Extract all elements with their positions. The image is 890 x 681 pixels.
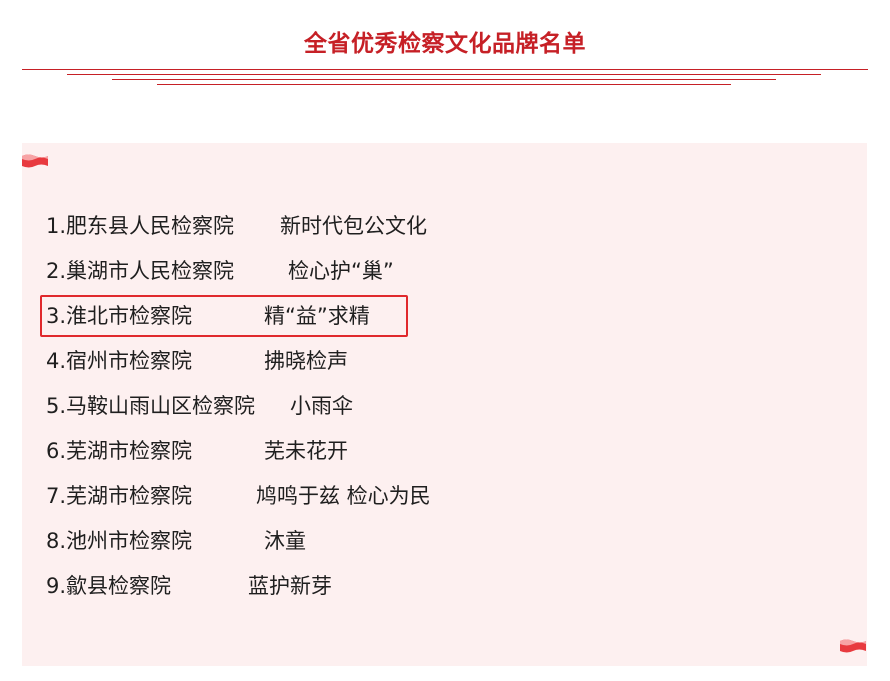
brand-name: 蓝护新芽 (248, 574, 332, 598)
brand-name: 小雨伞 (290, 394, 353, 418)
title-divider-line (157, 84, 731, 85)
brand-name: 芜未花开 (264, 439, 348, 463)
ribbon-flag-icon (22, 154, 48, 168)
brand-name: 鸠鸣于兹 检心为民 (256, 484, 431, 508)
procuratorate-name: 9.歙县检察院 (46, 574, 172, 598)
procuratorate-name: 8.池州市检察院 (46, 529, 193, 553)
brand-name: 检心护“巢” (288, 259, 394, 283)
title-divider-line (112, 79, 776, 80)
procuratorate-name: 6.芜湖市检察院 (46, 439, 193, 463)
procuratorate-name: 4.宿州市检察院 (46, 349, 193, 373)
procuratorate-name: 1.肥东县人民检察院 (46, 214, 235, 238)
brand-name: 拂晓检声 (264, 349, 348, 373)
highlight-box (40, 295, 408, 337)
brand-name: 沐童 (264, 529, 306, 553)
page-title: 全省优秀检察文化品牌名单 (304, 31, 586, 57)
ribbon-flag-icon (840, 639, 866, 653)
procuratorate-name: 7.芜湖市检察院 (46, 484, 193, 508)
title-divider-line (22, 69, 868, 70)
title-divider-line (67, 74, 821, 75)
procuratorate-name: 5.马鞍山雨山区检察院 (46, 394, 256, 418)
procuratorate-name: 2.巢湖市人民检察院 (46, 259, 235, 283)
brand-name: 新时代包公文化 (280, 214, 427, 238)
